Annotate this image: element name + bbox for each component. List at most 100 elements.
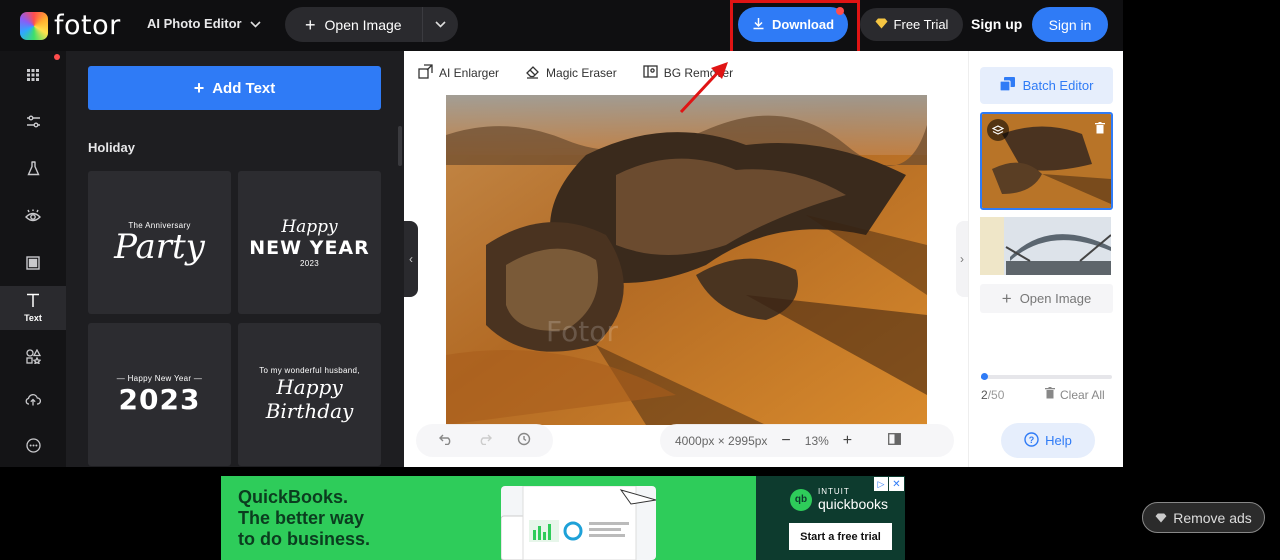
frame-icon [26, 255, 40, 273]
progress-knob [981, 373, 988, 380]
canvas-area: AI Enlarger Magic Eraser BG Remover Foto… [404, 51, 968, 467]
rail-beauty[interactable] [0, 195, 66, 239]
template-line: NEW YEAR [249, 237, 370, 259]
add-text-button[interactable]: + Add Text [88, 66, 381, 110]
ad-headline: QuickBooks. The better way to do busines… [238, 487, 370, 550]
delete-icon[interactable] [1095, 121, 1105, 139]
zoom-in-icon[interactable]: + [843, 432, 852, 450]
template-anniversary-party[interactable]: The Anniversary Party [88, 171, 231, 314]
top-bar: fotor AI Photo Editor + Open Image Downl… [0, 0, 1123, 55]
help-label: Help [1045, 433, 1072, 448]
magic-eraser-tool[interactable]: Magic Eraser [525, 64, 617, 82]
ai-photo-editor-menu[interactable]: AI Photo Editor [147, 16, 261, 31]
tool-label: BG Remover [663, 66, 734, 80]
history-icon[interactable] [517, 432, 531, 450]
rail-notification-dot [54, 54, 60, 60]
count-total: /50 [987, 388, 1005, 402]
rail-more[interactable] [0, 425, 66, 469]
logo-text: fotor [54, 10, 121, 41]
batch-editor-label: Batch Editor [1022, 78, 1094, 93]
compare-icon[interactable] [888, 433, 902, 448]
collapse-panel-button[interactable]: ‹ [404, 221, 418, 297]
quickbooks-logo-icon: qb [790, 488, 812, 511]
sidebar-open-image-label: Open Image [1019, 291, 1092, 306]
quickbooks-ad[interactable]: QuickBooks. The better way to do busines… [221, 476, 905, 560]
image-count: 2/50 [981, 388, 1004, 402]
template-line: — Happy New Year — [116, 373, 203, 383]
desert-photo[interactable]: Fotor [446, 95, 927, 425]
help-button[interactable]: ? Help [1001, 423, 1095, 458]
zoom-level: 13% [804, 433, 829, 448]
tool-label: Magic Eraser [546, 66, 617, 80]
rail-grid[interactable] [0, 54, 66, 98]
fotor-watermark: Fotor [546, 315, 618, 348]
template-line: Happy [281, 217, 338, 237]
redo-icon[interactable] [478, 432, 492, 449]
history-controls [416, 424, 553, 457]
plus-icon: + [305, 14, 316, 35]
rail-elements[interactable] [0, 336, 66, 380]
bg-remover-icon [643, 64, 658, 82]
more-icon [25, 438, 41, 456]
expand-sidebar-button[interactable]: › [956, 221, 968, 297]
sidebar-open-image-button[interactable]: + Open Image [980, 284, 1113, 313]
svg-text:?: ? [1029, 435, 1035, 445]
image-count-progress [981, 373, 1112, 380]
grid-icon [26, 68, 40, 85]
template-happy-new-year[interactable]: Happy NEW YEAR 2023 [238, 171, 381, 314]
section-title-holiday: Holiday [88, 140, 135, 155]
ad-close-icon[interactable]: ✕ [889, 477, 904, 491]
rail-text-label: Text [24, 313, 42, 323]
ad-headline-line: QuickBooks. [238, 487, 349, 507]
bg-remover-tool[interactable]: BG Remover [643, 64, 733, 82]
sign-in-button[interactable]: Sign in [1032, 7, 1108, 42]
image-dimensions: 4000px × 2995px [675, 433, 768, 448]
fotor-logo-icon [20, 11, 48, 40]
remove-ads-button[interactable]: Remove ads [1142, 502, 1265, 533]
zoom-out-icon[interactable]: − [781, 432, 790, 450]
template-line: Party [114, 227, 205, 267]
panel-scrollbar[interactable] [398, 126, 402, 166]
open-image-button[interactable]: + Open Image [285, 7, 423, 42]
batch-editor-button[interactable]: Batch Editor [980, 67, 1113, 104]
remove-ads-label: Remove ads [1173, 509, 1252, 526]
chevron-left-icon: ‹ [409, 252, 413, 266]
plus-icon: + [1001, 289, 1012, 308]
template-line: 2023 [118, 382, 201, 416]
ai-tools-strip: AI Enlarger Magic Eraser BG Remover [404, 51, 968, 95]
plus-icon: + [193, 78, 205, 98]
ad-headline-line: to do business. [238, 529, 371, 549]
ad-start-free-trial-button[interactable]: Start a free trial [789, 523, 892, 550]
rail-uploads[interactable] [0, 379, 66, 423]
free-trial-button[interactable]: Free Trial [860, 8, 963, 41]
text-icon [26, 293, 40, 311]
open-image-dropdown-icon[interactable] [423, 21, 458, 28]
template-new-year-2023[interactable]: — Happy New Year — 2023 [88, 323, 231, 466]
clear-all-button[interactable]: Clear All [1045, 387, 1105, 402]
template-line: To my wonderful husband, [259, 366, 360, 375]
download-highlight-box [730, 0, 860, 55]
open-image-label: Open Image [324, 16, 402, 33]
ai-enlarger-icon [418, 64, 433, 82]
flask-icon [26, 161, 40, 179]
free-trial-label: Free Trial [893, 17, 949, 32]
ad-info-icon[interactable]: ▷ [874, 477, 888, 491]
template-happy-birthday[interactable]: To my wonderful husband, Happy Birthday [238, 323, 381, 466]
rail-adjust[interactable] [0, 101, 66, 145]
thumbnail-desert[interactable] [980, 112, 1113, 210]
clear-all-label: Clear All [1060, 387, 1105, 402]
thumbnail-bridge[interactable] [980, 217, 1111, 275]
editor-menu-label: AI Photo Editor [147, 16, 242, 31]
rail-text[interactable]: Text [0, 286, 66, 330]
template-line: Happy Birthday [265, 375, 354, 423]
rail-frames[interactable] [0, 242, 66, 286]
left-tool-rail: Text [0, 51, 66, 467]
ai-enlarger-tool[interactable]: AI Enlarger [418, 64, 499, 82]
rail-effects[interactable] [0, 148, 66, 192]
layers-icon[interactable] [987, 119, 1009, 141]
ad-dashboard-image [500, 485, 657, 560]
undo-icon[interactable] [438, 432, 453, 449]
sign-up-link[interactable]: Sign up [971, 16, 1022, 32]
fotor-logo[interactable]: fotor [20, 10, 121, 41]
cloud-upload-icon [25, 393, 41, 409]
